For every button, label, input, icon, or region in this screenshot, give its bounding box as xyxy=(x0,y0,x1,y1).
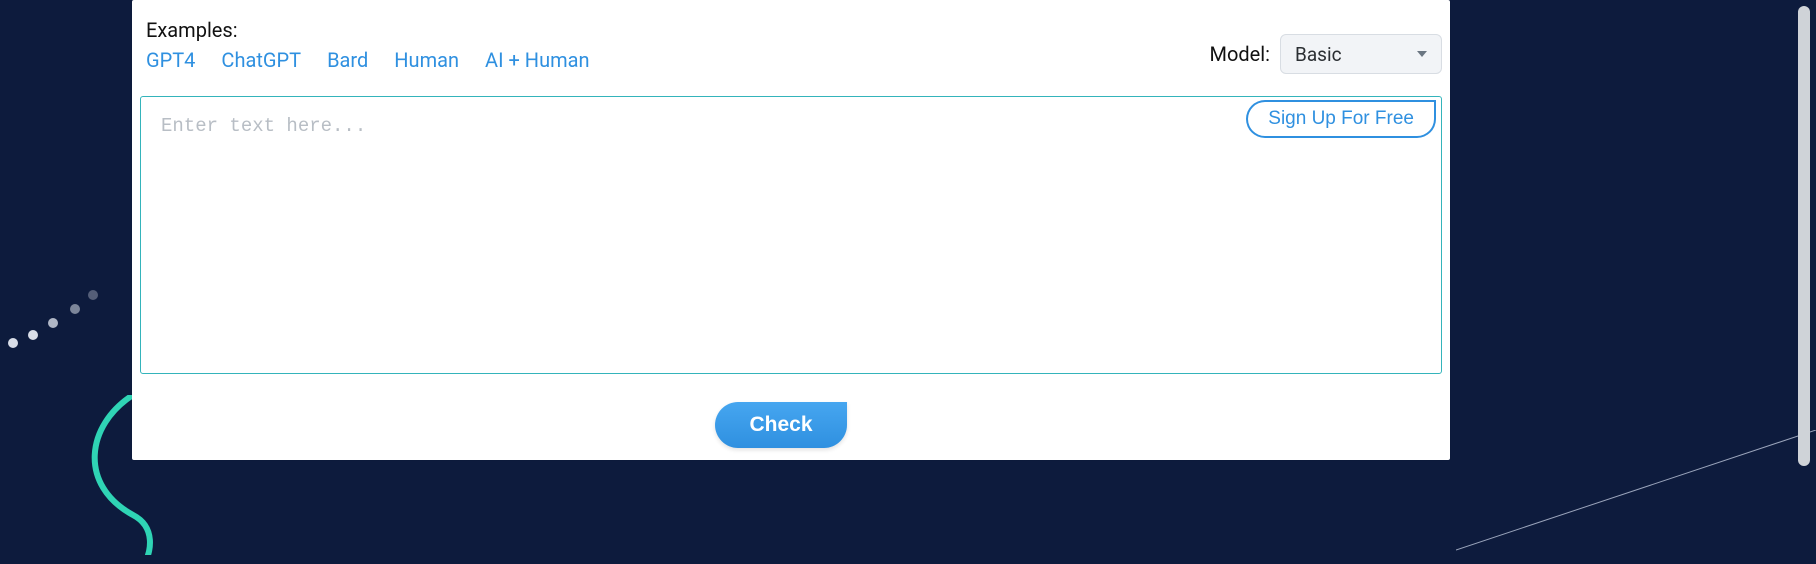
model-select-value: Basic xyxy=(1295,43,1342,66)
decorative-dots xyxy=(4,290,124,350)
check-button[interactable]: Check xyxy=(715,402,847,448)
example-link-gpt4[interactable]: GPT4 xyxy=(146,48,195,72)
scrollbar-thumb[interactable] xyxy=(1798,6,1810,466)
example-link-human[interactable]: Human xyxy=(394,48,459,72)
example-link-chatgpt[interactable]: ChatGPT xyxy=(221,48,301,72)
sign-up-button[interactable]: Sign Up For Free xyxy=(1246,100,1436,138)
main-panel: Examples: GPT4 ChatGPT Bard Human AI + H… xyxy=(132,0,1450,460)
model-block: Model: Basic xyxy=(1210,34,1442,74)
model-select[interactable]: Basic xyxy=(1280,34,1442,74)
example-link-bard[interactable]: Bard xyxy=(327,48,368,72)
decorative-diagonal-line xyxy=(1456,430,1816,560)
top-row: Examples: GPT4 ChatGPT Bard Human AI + H… xyxy=(132,18,1450,74)
examples-label: Examples: xyxy=(146,18,590,42)
examples-block: Examples: GPT4 ChatGPT Bard Human AI + H… xyxy=(146,18,590,72)
example-link-ai-human[interactable]: AI + Human xyxy=(485,48,590,72)
examples-links: GPT4 ChatGPT Bard Human AI + Human xyxy=(146,48,590,72)
textarea-wrap: Sign Up For Free xyxy=(140,96,1442,378)
model-label: Model: xyxy=(1210,42,1270,66)
chevron-down-icon xyxy=(1417,51,1427,57)
scrollbar[interactable] xyxy=(1798,6,1810,536)
text-input[interactable] xyxy=(140,96,1442,374)
